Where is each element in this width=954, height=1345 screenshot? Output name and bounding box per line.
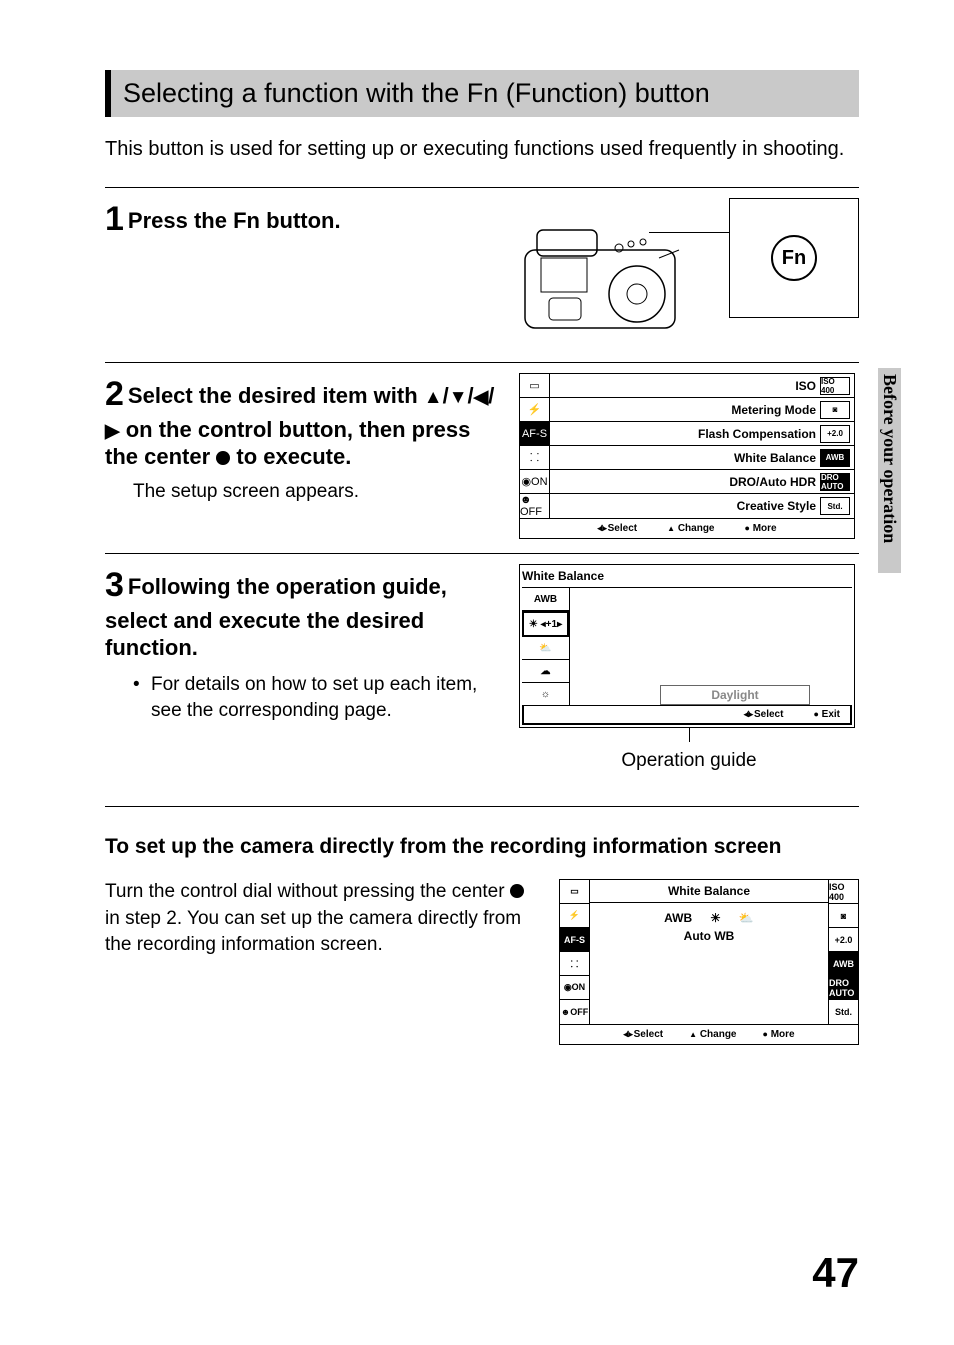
flash-icon: ⚡: [560, 904, 589, 928]
wb-option-awb: AWB: [522, 588, 569, 611]
fn-menu-screen: ▭ ⚡ AF-S ⸬ ◉ON ☻OFF ISOISO 400 Metering …: [519, 373, 855, 539]
smile-shutter-icon: ☻OFF: [560, 1000, 589, 1024]
step-3: 3Following the operation guide, select a…: [105, 553, 859, 786]
step-1: 1Press the Fn button. Fn: [105, 187, 859, 362]
section-title: Selecting a function with the Fn (Functi…: [123, 78, 847, 109]
subsection: To set up the camera directly from the r…: [105, 806, 859, 1045]
metering-badge: ◙: [829, 904, 858, 928]
wb-tooltip: Daylight: [660, 685, 810, 705]
center-dot-icon: [216, 451, 230, 465]
rec-center-row: AWB ☀ ⛅: [590, 903, 828, 929]
step-2-heading: 2Select the desired item with ▲/▼/◀/▶ on…: [105, 373, 505, 471]
step-2: 2Select the desired item with ▲/▼/◀/▶ on…: [105, 362, 859, 553]
fn-callout-box: Fn: [729, 198, 859, 318]
rec-center-sub: Auto WB: [590, 929, 828, 943]
center-dot-icon: [510, 884, 524, 898]
face-detect-icon: ◉ON: [520, 470, 549, 494]
side-tab-label: Before your operation: [879, 374, 900, 543]
intro-paragraph: This button is used for setting up or ex…: [105, 135, 859, 163]
section-header: Selecting a function with the Fn (Functi…: [105, 70, 859, 117]
subsection-heading: To set up the camera directly from the r…: [105, 835, 859, 859]
fn-row-white-balance: White BalanceAWB: [550, 446, 854, 470]
exit-hint: Exit: [813, 709, 840, 720]
step-3-heading: 3Following the operation guide, select a…: [105, 564, 505, 662]
camera-icon: [519, 218, 699, 338]
drive-mode-icon: ▭: [560, 880, 589, 904]
wb-option-cloudy: ☁: [522, 660, 569, 683]
fn-menu-footer: Select Change More: [520, 518, 854, 538]
op-guide-leader-line: [689, 728, 690, 742]
fn-row-iso: ISOISO 400: [550, 374, 854, 398]
af-mode-icon: AF-S: [520, 422, 549, 446]
select-hint: Select: [744, 709, 784, 720]
white-balance-screen: White Balance AWB ☀ ◂+1▸ ⛅ ☁ ☼ Daylight …: [519, 564, 855, 728]
camera-illustration: Fn: [519, 198, 859, 348]
subsection-text: Turn the control dial without pressing t…: [105, 879, 527, 1045]
step-3-number: 3: [105, 566, 124, 604]
select-hint: Select: [623, 1029, 663, 1040]
recording-info-screen: ▭ ⚡ AF-S ⸬ ◉ON ☻OFF White Balance AWB ☀ …: [559, 879, 859, 1045]
step-3-bullet: For details on how to set up each item, …: [133, 672, 505, 725]
af-area-icon: ⸬: [560, 952, 589, 976]
select-hint: Select: [597, 523, 637, 534]
wb-option-daylight: ☀ ◂+1▸: [522, 611, 569, 637]
smile-shutter-icon: ☻OFF: [520, 494, 549, 518]
step-2-body: The setup screen appears.: [133, 479, 505, 506]
more-hint: More: [744, 523, 776, 534]
fn-row-metering: Metering Mode◙: [550, 398, 854, 422]
rec-footer: Select Change More: [560, 1024, 858, 1044]
operation-guide-label: Operation guide: [519, 750, 859, 772]
callout-line: [649, 232, 729, 233]
wb-title: White Balance: [520, 565, 854, 583]
fn-row-creative-style: Creative StyleStd.: [550, 494, 854, 518]
more-hint: More: [762, 1029, 794, 1040]
creative-style-badge: Std.: [829, 1000, 858, 1024]
flash-icon: ⚡: [520, 398, 549, 422]
fn-button-icon: Fn: [771, 235, 817, 281]
fn-row-flash-comp: Flash Compensation+2.0: [550, 422, 854, 446]
page-number: 47: [812, 1249, 859, 1297]
wb-option-shade: ⛅: [522, 637, 569, 660]
fn-row-dro: DRO/Auto HDRDRO AUTO: [550, 470, 854, 494]
fn-menu-left-column: ▭ ⚡ AF-S ⸬ ◉ON ☻OFF: [520, 374, 550, 518]
dro-badge: DRO AUTO: [829, 976, 858, 1000]
step-1-number: 1: [105, 200, 124, 238]
af-area-icon: ⸬: [520, 446, 549, 470]
wb-option-incandescent: ☼: [522, 683, 569, 705]
rec-center-title: White Balance: [590, 884, 828, 903]
face-detect-icon: ◉ON: [560, 976, 589, 1000]
flash-comp-badge: +2.0: [829, 928, 858, 952]
af-mode-icon: AF-S: [560, 928, 589, 952]
step-2-number: 2: [105, 375, 124, 413]
drive-mode-icon: ▭: [520, 374, 549, 398]
change-hint: Change: [689, 1029, 736, 1040]
shade-icon: ⛅: [739, 911, 754, 925]
arrow-down-icon: ▼: [449, 387, 468, 408]
arrow-up-icon: ▲: [424, 387, 443, 408]
sun-icon: ☀: [710, 911, 721, 925]
wb-footer: Select Exit: [522, 705, 852, 725]
step-1-heading: 1Press the Fn button.: [105, 198, 505, 241]
change-hint: Change: [667, 523, 714, 534]
awb-badge: AWB: [829, 952, 858, 976]
arrow-right-icon: ▶: [105, 421, 120, 442]
arrow-left-icon: ◀: [474, 387, 489, 408]
iso-badge: ISO 400: [829, 880, 858, 904]
